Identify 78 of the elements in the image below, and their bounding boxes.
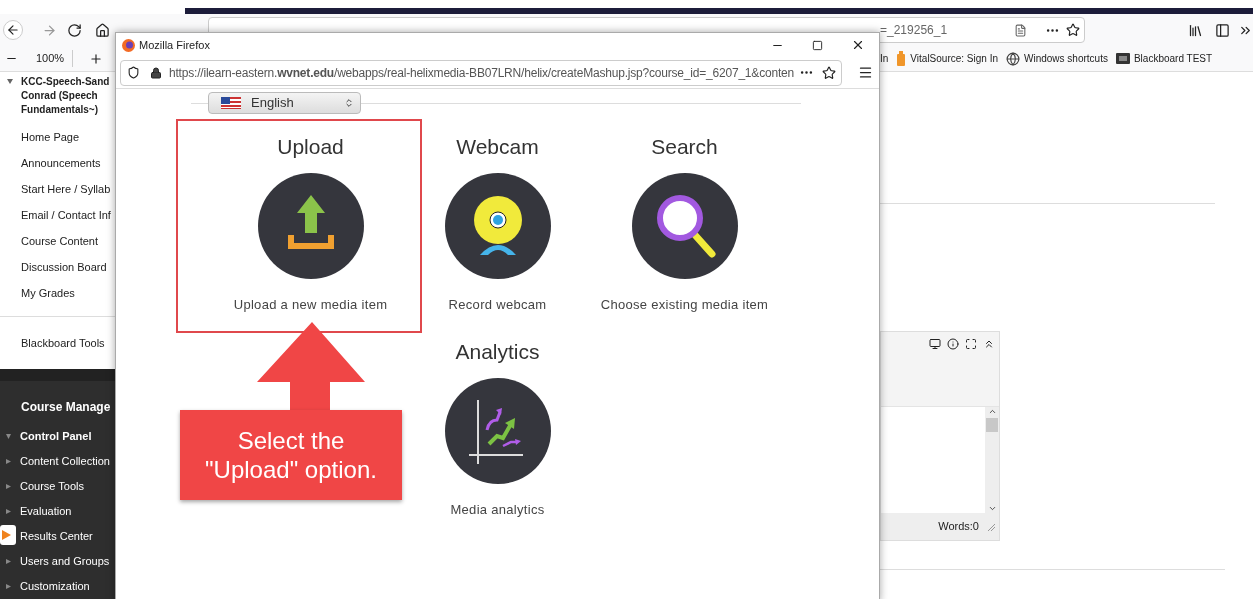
expand-icon[interactable]	[6, 509, 11, 515]
option-caption: Media analytics	[450, 501, 545, 518]
info-icon[interactable]	[947, 338, 959, 350]
close-icon[interactable]	[851, 38, 865, 52]
collapse-icon[interactable]	[983, 338, 995, 350]
library-icon[interactable]	[1188, 22, 1203, 38]
bookmark[interactable]: In	[880, 51, 889, 66]
star-icon[interactable]	[822, 65, 836, 80]
star-icon[interactable]	[1066, 23, 1081, 37]
scroll-up-icon[interactable]	[987, 407, 997, 416]
bookmark[interactable]: Windows shortcuts	[1006, 51, 1108, 66]
panel-heading: Course Manage	[20, 399, 112, 417]
maximize-icon[interactable]	[812, 39, 823, 51]
course-title: KCC-Speech-Sand Conrad (Speech Fundamentals~)	[21, 75, 110, 117]
course-menu-link[interactable]: Announcements	[0, 150, 115, 177]
zoom-level[interactable]: 100%	[36, 50, 74, 67]
expand-icon[interactable]	[6, 559, 11, 565]
globe-icon	[1006, 51, 1020, 66]
expand-icon[interactable]	[6, 584, 11, 590]
reload-icon[interactable]	[67, 22, 82, 38]
zoom-in-icon[interactable]	[89, 51, 104, 66]
address-text: =_219256_1	[880, 22, 948, 39]
flag-icon	[221, 97, 241, 109]
resize-grip-icon	[987, 522, 995, 531]
monitor-icon[interactable]	[929, 338, 941, 350]
word-count: Words:0	[938, 519, 979, 535]
course-menu-link[interactable]: Discussion Board	[0, 254, 115, 281]
panel-link[interactable]: Evaluation	[20, 503, 72, 520]
scroll-down-icon[interactable]	[987, 504, 997, 513]
back-button[interactable]	[3, 20, 23, 40]
option-title: Webcam	[456, 134, 539, 160]
board-icon	[1115, 53, 1130, 64]
panel-link[interactable]: Course Tools	[20, 478, 84, 495]
player-tab[interactable]	[0, 525, 16, 545]
expand-icon[interactable]	[6, 484, 11, 490]
window-title: Mozilla Firefox	[139, 37, 210, 53]
expand-icon[interactable]	[6, 459, 11, 465]
bookmark[interactable]: Blackboard TEST	[1115, 51, 1213, 66]
forward-icon[interactable]	[42, 22, 57, 38]
option-title: Upload	[277, 134, 344, 160]
reader-icon[interactable]	[1014, 23, 1028, 37]
course-menu-link[interactable]: Email / Contact Inf	[0, 202, 115, 229]
lock-icon	[150, 66, 162, 79]
shield-icon	[127, 66, 140, 79]
panel-link[interactable]: Users and Groups	[20, 553, 110, 570]
tag-icon	[896, 51, 907, 66]
callout-text: Select the "Upload" option.	[205, 426, 377, 484]
option-caption: Record webcam	[448, 296, 547, 313]
scroll-thumb[interactable]	[986, 418, 998, 432]
option-caption: Choose existing media item	[600, 296, 769, 313]
sidebar-icon[interactable]	[1215, 22, 1230, 38]
course-menu-link[interactable]: Course Content	[0, 228, 115, 255]
panel-link[interactable]: Control Panel	[20, 428, 92, 445]
magnifier-icon[interactable]	[631, 173, 738, 279]
course-menu-link[interactable]: My Grades	[0, 280, 115, 307]
menu-icon[interactable]	[858, 65, 873, 80]
upload-icon[interactable]	[257, 173, 364, 279]
webcam-icon[interactable]	[444, 173, 551, 279]
course-menu-link[interactable]: Start Here / Syllab	[0, 176, 115, 203]
scrollbar[interactable]	[985, 407, 999, 513]
browser-logo-icon	[122, 38, 135, 52]
bookmark[interactable]: VitalSource: Sign In	[896, 51, 998, 66]
dropdown-icon	[344, 98, 354, 108]
panel-link[interactable]: Content Collection	[20, 453, 110, 470]
address-text: https://ilearn-eastern.wvnet.edu/webapps/real-helixmedia-BB07LRN/helix/createMashup.jsp?course_id=_6207_1&conten	[169, 64, 794, 82]
option-title: Search	[651, 134, 718, 160]
fullscreen-icon[interactable]	[965, 338, 977, 350]
address-bar[interactable]: https://ilearn-eastern.wvnet.edu/webapps/real-helixmedia-BB07LRN/helix/createMashup.jsp?course_id=_6207_1&conten	[120, 59, 842, 86]
panel-link[interactable]: Results Center	[20, 528, 93, 545]
home-icon[interactable]	[95, 22, 110, 38]
course-menu-link[interactable]: Home Page	[0, 124, 115, 151]
course-menu-link[interactable]: Blackboard Tools	[0, 334, 105, 352]
option-title: Analytics	[455, 339, 540, 365]
chart-icon[interactable]	[444, 378, 551, 484]
panel-link[interactable]: Customization	[20, 578, 90, 595]
back-icon	[6, 23, 20, 37]
language-select[interactable]: English	[208, 92, 361, 114]
option-caption: Upload a new media item	[233, 296, 388, 313]
